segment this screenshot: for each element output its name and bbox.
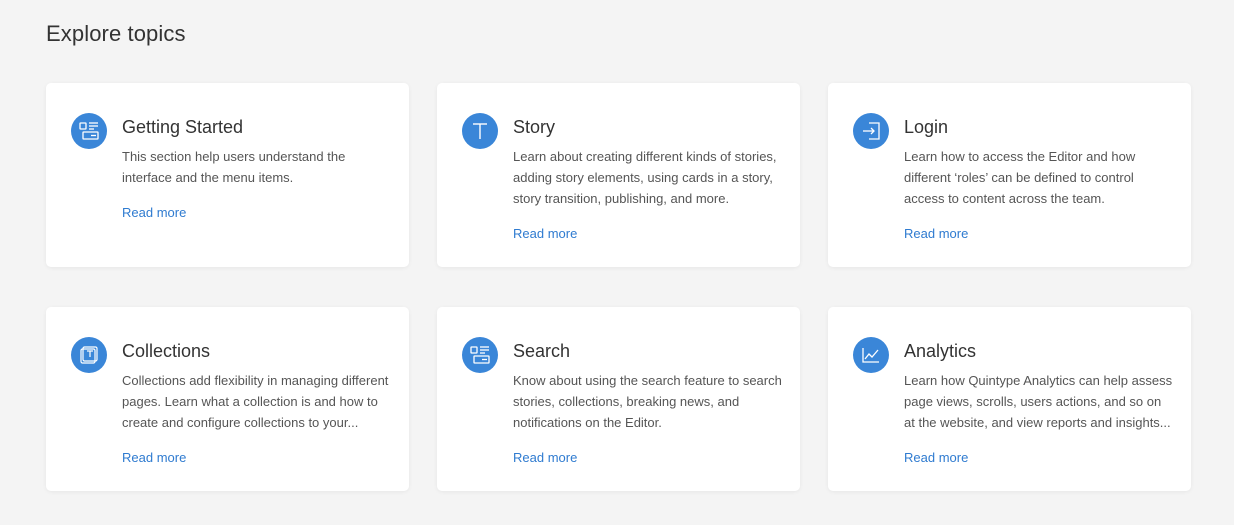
card-title: Getting Started xyxy=(122,117,244,137)
login-icon xyxy=(853,113,889,149)
card-description: This section help users understand the i… xyxy=(122,149,346,185)
card-description: Know about using the search feature to s… xyxy=(513,373,782,430)
card-title: Story xyxy=(513,117,556,137)
card-description: Collections add flexibility in managing … xyxy=(122,373,389,430)
read-more-link[interactable]: Read more xyxy=(513,226,577,241)
card-description: Learn how to access the Editor and how d… xyxy=(904,149,1136,206)
card-title: Collections xyxy=(122,341,211,361)
page-title: Explore topics xyxy=(46,21,186,46)
card-description: Learn how Quintype Analytics can help as… xyxy=(904,373,1173,430)
collection-icon xyxy=(71,337,107,373)
chart-line-icon xyxy=(853,337,889,373)
read-more-link[interactable]: Read more xyxy=(122,205,186,220)
topics-grid: Getting Started This section help users … xyxy=(46,83,1191,491)
card-description: Learn about creating different kinds of … xyxy=(513,149,777,206)
topic-card-login[interactable]: Login Learn how to access the Editor and… xyxy=(828,83,1191,267)
read-more-link[interactable]: Read more xyxy=(904,450,968,465)
topic-card-getting-started[interactable]: Getting Started This section help users … xyxy=(46,83,409,267)
card-title: Analytics xyxy=(904,341,977,361)
layout-icon xyxy=(462,337,498,373)
card-title: Search xyxy=(513,341,571,361)
text-t-icon xyxy=(462,113,498,149)
layout-icon xyxy=(71,113,107,149)
explore-topics-page: Explore topics Getting Started This sect… xyxy=(0,0,1234,525)
read-more-link[interactable]: Read more xyxy=(513,450,577,465)
topic-card-search[interactable]: Search Know about using the search featu… xyxy=(437,307,800,491)
read-more-link[interactable]: Read more xyxy=(904,226,968,241)
topic-card-collections[interactable]: Collections Collections add flexibility … xyxy=(46,307,409,491)
read-more-link[interactable]: Read more xyxy=(122,450,186,465)
topic-card-story[interactable]: Story Learn about creating different kin… xyxy=(437,83,800,267)
topic-card-analytics[interactable]: Analytics Learn how Quintype Analytics c… xyxy=(828,307,1191,491)
card-title: Login xyxy=(904,117,949,137)
